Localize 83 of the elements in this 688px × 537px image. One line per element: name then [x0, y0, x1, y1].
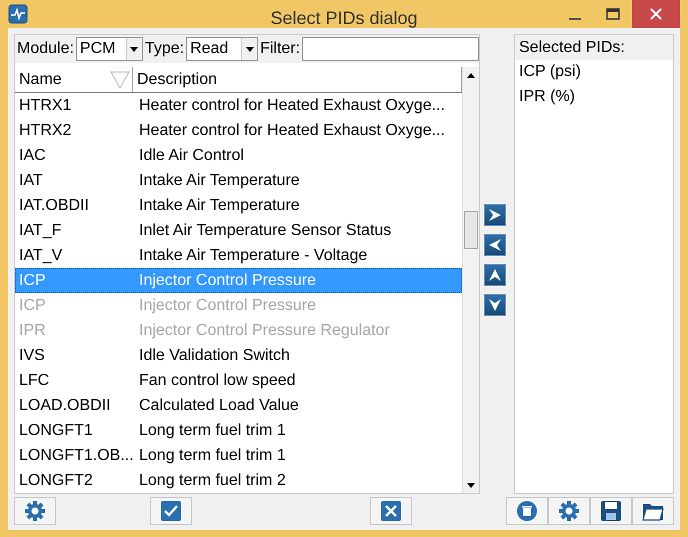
caret-icon — [246, 46, 254, 52]
label: Filter: — [260, 40, 300, 58]
list-header: Selected PIDs: — [515, 35, 673, 60]
table-cell-text: Fan control low speed — [138, 372, 296, 390]
table-cell-text: LOAD.OBDII — [18, 396, 112, 414]
list-item[interactable]: ICP (psi) — [515, 60, 673, 85]
table-cell-text: Long term fuel trim 1 — [138, 422, 286, 440]
checkmark-icon — [160, 500, 182, 522]
table-row[interactable]: HTRX2 Heater control for Heated Exhaust Oxyge... — [15, 118, 462, 143]
table-cell-text: Long term fuel trim 1 — [138, 446, 286, 464]
table-cell-text: Injector Control Pressure Regulator — [138, 322, 390, 340]
table-cell-text: Long term fuel trim 2 — [138, 472, 286, 490]
table-cell-text: IAT — [18, 172, 44, 190]
table-cell-text: LONGFT1 — [18, 422, 94, 440]
close-button[interactable] — [632, 0, 680, 28]
close-icon — [380, 500, 402, 522]
table-row[interactable]: IVS Idle Validation Switch — [15, 343, 462, 368]
caret-icon — [130, 46, 138, 52]
table-cell-text: Intake Air Temperature - Voltage — [138, 246, 368, 264]
settings-icon — [558, 500, 580, 522]
ok-button[interactable] — [150, 497, 192, 525]
table-cell-text: Calculated Load Value — [138, 396, 299, 414]
table-cell-text: IVS — [18, 346, 46, 364]
label: Type: — [144, 40, 184, 58]
table-cell-text: IAC — [18, 146, 47, 164]
table-cell-text: Idle Validation Switch — [138, 346, 290, 364]
table-row[interactable]: IAT.OBDII Intake Air Temperature — [15, 193, 462, 218]
trash-icon — [516, 500, 538, 522]
table-cell-text: LFC — [18, 372, 50, 390]
app-icon — [8, 4, 28, 24]
table-cell-text: IAT_V — [18, 246, 64, 264]
close-icon — [650, 8, 662, 20]
table-row[interactable]: IAT_F Inlet Air Temperature Sensor Status — [15, 218, 462, 243]
table-row[interactable]: IAC Idle Air Control — [15, 143, 462, 168]
table-cell-text: ICP — [18, 296, 47, 314]
move-right-button[interactable] — [484, 204, 506, 226]
maximize-icon — [606, 8, 620, 20]
move-left-button[interactable] — [484, 234, 506, 256]
table-row[interactable]: IAT Intake Air Temperature — [15, 168, 462, 193]
table-row[interactable]: LONGFT1 Long term fuel trim 1 — [15, 418, 462, 443]
minimize-icon — [569, 18, 581, 20]
table-row[interactable]: IAT_V Intake Air Temperature - Voltage — [15, 243, 462, 268]
scrollbar[interactable] — [462, 67, 479, 493]
list-item[interactable]: IPR (%) — [515, 85, 673, 110]
scroll-up-icon — [467, 72, 475, 78]
table-cell-text: HTRX1 — [18, 96, 72, 114]
move-up-button[interactable] — [484, 264, 506, 286]
table-row[interactable]: LOAD.OBDII Calculated Load Value — [15, 393, 462, 418]
table-row[interactable]: HTRX1 Heater control for Heated Exhaust Oxyge... — [15, 93, 462, 118]
table-cell-text: HTRX2 — [18, 122, 72, 140]
table-cell-text: IAT_F — [18, 222, 62, 240]
table-row[interactable]: LONGFT1.OB... Long term fuel trim 1 — [15, 443, 462, 468]
filter-field[interactable] — [302, 37, 479, 61]
open-button[interactable] — [632, 497, 674, 525]
save-button[interactable] — [590, 497, 632, 525]
table-cell-text: Inlet Air Temperature Sensor Status — [138, 222, 392, 240]
table-cell-text: IAT.OBDII — [18, 196, 90, 214]
window-title: Select PIDs dialog — [270, 8, 418, 29]
dropdown[interactable]: Read — [186, 37, 258, 61]
table-cell-text: IPR — [18, 322, 47, 340]
sort-icon — [110, 70, 130, 88]
delete-button[interactable] — [506, 497, 548, 525]
settings-button[interactable] — [14, 497, 56, 525]
move-down-button[interactable] — [484, 294, 506, 316]
settings-button[interactable] — [548, 497, 590, 525]
scroll-thumb[interactable] — [464, 211, 478, 249]
table-cell-text: ICP — [18, 272, 47, 290]
dropdown[interactable]: PCM — [76, 37, 143, 61]
table-cell-text: LONGFT2 — [18, 472, 94, 490]
label: Module: — [17, 40, 74, 58]
table-cell-text: Injector Control Pressure — [138, 272, 316, 290]
scroll-down-icon — [467, 482, 475, 488]
table-cell-text: Intake Air Temperature — [138, 196, 300, 214]
settings-icon — [24, 500, 46, 522]
table-cell-text: Idle Air Control — [138, 146, 244, 164]
table-row[interactable]: LONGFT2 Long term fuel trim 2 — [15, 468, 462, 493]
table-cell-text: LONGFT1.OB... — [18, 446, 135, 464]
table-row[interactable]: LFC Fan control low speed — [15, 368, 462, 393]
table-cell-text: Injector Control Pressure — [138, 296, 316, 314]
cancel-button[interactable] — [370, 497, 412, 525]
table-cell-text: Intake Air Temperature — [138, 172, 300, 190]
table-cell-text: Heater control for Heated Exhaust Oxyge... — [138, 122, 445, 140]
table-cell-text: Heater control for Heated Exhaust Oxyge... — [138, 96, 445, 114]
